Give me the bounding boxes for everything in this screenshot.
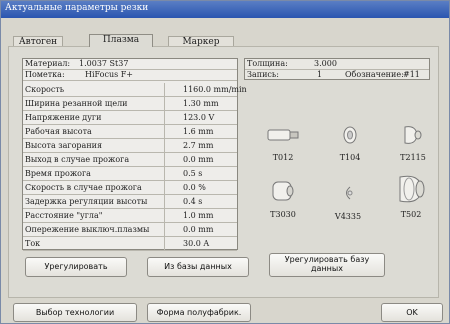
record-value: 1 [317, 70, 323, 79]
note-row: Пометка: HiFocus F+ [23, 70, 237, 81]
param-label: Ширина резанной щели [25, 99, 128, 108]
cutting-parameters-window: Актуальные параметры резки Автоген Плазм… [0, 0, 450, 324]
param-label: Опережение выключ.плазмы [25, 225, 150, 234]
thickness-label: Толщина: [247, 59, 288, 68]
consumable-swirl-ring: T104 [333, 126, 367, 162]
param-row: Рабочая высота 1.6 mm [23, 125, 237, 139]
param-value: 0.4 s [164, 195, 237, 208]
param-value: 123.0 V [164, 111, 237, 124]
title-bar: Актуальные параметры резки [1, 1, 449, 18]
from-database-button[interactable]: Из базы данных [147, 257, 249, 277]
param-row: Напряжение дуги 123.0 V [23, 111, 237, 125]
consumable-shield: V4335 [328, 185, 368, 221]
material-value: 1.0037 St37 [79, 59, 129, 68]
ok-button-label: OK [406, 308, 418, 317]
param-label: Скорость в случае прожога [25, 183, 142, 192]
param-label: Рабочая высота [25, 127, 92, 136]
adjust-database-label-line2: данных [311, 264, 343, 273]
material-row: Материал: 1.0037 St37 [23, 59, 237, 70]
param-label: Выход в случае прожога [25, 155, 130, 164]
param-label: Высота загорания [25, 141, 103, 150]
consumable-label: T2115 [400, 153, 426, 162]
param-row: Время прожога 0.5 s [23, 167, 237, 181]
consumable-outer-cap: T502 [387, 173, 435, 219]
consumable-label: V4335 [334, 212, 362, 221]
param-value: 2.7 mm [164, 139, 237, 152]
param-row: Высота загорания 2.7 mm [23, 139, 237, 153]
blank-form-label: Форма полуфабрик. [156, 308, 242, 317]
swirl-ring-icon [343, 126, 357, 144]
param-label: Ток [25, 239, 41, 248]
nozzle-icon [404, 126, 422, 144]
param-label: Время прожога [25, 169, 91, 178]
param-row: Скорость в случае прожога 0.0 % [23, 181, 237, 195]
param-row: Скорость 1160.0 mm/min [23, 83, 247, 97]
adjust-button-label: Урегулировать [44, 262, 108, 271]
param-row: Расстояние "угла" 1.0 mm [23, 209, 237, 223]
from-database-button-label: Из базы данных [164, 262, 232, 271]
shield-icon [346, 186, 353, 200]
info-header: Толщина: 3.000 Запись: 1 Обозначение: #1… [244, 58, 430, 80]
adjust-database-label-line1: Урегулировать базу [284, 255, 370, 264]
consumable-nozzle: T2115 [393, 124, 433, 162]
param-row: Задержка регуляции высоты 0.4 s [23, 195, 237, 209]
param-value: 0.5 s [164, 167, 237, 180]
consumable-label: T104 [339, 153, 361, 162]
consumable-retaining-cap: T3030 [263, 179, 303, 219]
technology-select-button[interactable]: Выбор технологии [13, 303, 137, 322]
param-value: 1.6 mm [164, 125, 237, 138]
tab-plasma[interactable]: Плазма [89, 34, 153, 47]
consumable-electrode: T012 [263, 126, 303, 162]
note-label: Пометка: [25, 70, 65, 79]
consumable-label: T012 [272, 153, 294, 162]
parameter-table: Материал: 1.0037 St37 Пометка: HiFocus F… [22, 58, 247, 251]
param-value: 0.0 mm [164, 153, 237, 166]
outer-cap-icon [399, 175, 425, 203]
designation-value: #11 [403, 70, 420, 79]
param-row: Опережение выключ.плазмы 0.0 mm [23, 223, 237, 237]
param-row: Ширина резанной щели 1.30 mm [23, 97, 237, 111]
consumable-label: T502 [400, 210, 422, 219]
param-label: Скорость [25, 85, 65, 94]
designation-label: Обозначение: [345, 70, 404, 79]
param-value: 30.0 A [164, 237, 237, 250]
param-row: Выход в случае прожога 0.0 mm [23, 153, 237, 167]
param-row: Ток 30.0 A [23, 237, 237, 251]
material-label: Материал: [25, 59, 71, 68]
technology-select-label: Выбор технологии [35, 308, 115, 317]
adjust-database-button[interactable]: Урегулировать базу данных [269, 253, 385, 277]
note-value: HiFocus F+ [85, 70, 133, 79]
param-value: 1.0 mm [164, 209, 237, 222]
consumable-label: T3030 [270, 210, 296, 219]
param-label: Напряжение дуги [25, 113, 102, 122]
tab-plasma-label: Плазма [102, 35, 140, 45]
ok-button[interactable]: OK [381, 303, 443, 322]
blank-form-button[interactable]: Форма полуфабрик. [147, 303, 251, 322]
retaining-cap-icon [272, 181, 294, 201]
param-value: 1160.0 mm/min [164, 83, 247, 96]
electrode-icon [267, 129, 299, 141]
param-label: Расстояние "угла" [25, 211, 103, 220]
param-value: 0.0 % [164, 181, 237, 194]
adjust-button[interactable]: Урегулировать [25, 257, 127, 277]
param-value: 0.0 mm [164, 223, 237, 236]
thickness-value: 3.000 [314, 59, 337, 68]
window-title: Актуальные параметры резки [5, 3, 149, 13]
record-label: Запись: [247, 70, 279, 79]
param-label: Задержка регуляции высоты [25, 197, 148, 206]
param-value: 1.30 mm [164, 97, 237, 110]
